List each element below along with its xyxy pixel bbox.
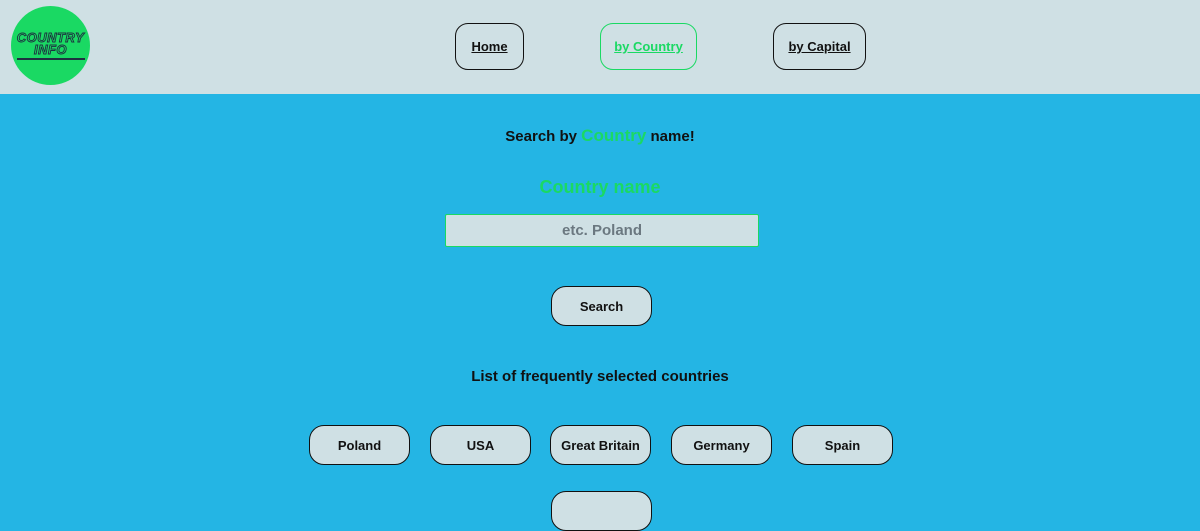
country-button-usa[interactable]: USA (430, 425, 531, 465)
top-header: COUNTRY INFO Home by Country by Capital (0, 0, 1200, 94)
country-search-input[interactable] (445, 214, 759, 247)
search-heading: Search by Country name! (0, 126, 1200, 146)
country-button-poland[interactable]: Poland (309, 425, 410, 465)
country-button-germany[interactable]: Germany (671, 425, 772, 465)
frequent-countries-title: List of frequently selected countries (471, 368, 729, 385)
search-heading-suffix: name! (646, 128, 695, 145)
logo-text-line2: INFO (33, 41, 68, 57)
search-heading-prefix: Search by (505, 128, 582, 145)
country-button-great-britain[interactable]: Great Britain (550, 425, 651, 465)
nav-by-country-button[interactable]: by Country (600, 23, 697, 70)
search-button[interactable]: Search (551, 286, 652, 326)
nav-by-capital-button[interactable]: by Capital (773, 23, 866, 70)
country-name-label: Country name (539, 177, 661, 197)
country-button-spain[interactable]: Spain (792, 425, 893, 465)
logo-underline (16, 57, 85, 60)
country-info-logo[interactable]: COUNTRY INFO (11, 6, 90, 85)
country-button-partial[interactable] (551, 491, 652, 531)
nav-home-button[interactable]: Home (455, 23, 524, 70)
search-heading-accent: Country (581, 126, 647, 145)
